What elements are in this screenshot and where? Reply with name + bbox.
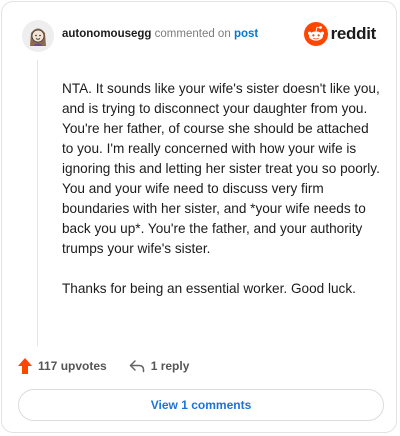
reply-button[interactable]: 1 reply (129, 359, 190, 373)
thread-line[interactable] (37, 60, 38, 346)
upvote-arrow-icon (18, 358, 32, 374)
commented-on-text: commented on (154, 28, 231, 40)
reply-count: 1 reply (150, 359, 190, 373)
username-link[interactable]: autonomousegg (62, 28, 151, 40)
reply-arrow-icon (129, 360, 144, 373)
comment-header: autonomousegg commented on post reddit (22, 20, 376, 52)
upvote-button[interactable]: 117 upvotes (18, 358, 107, 374)
comment-body: NTA. It sounds like your wife's sister d… (62, 79, 380, 319)
view-comments-button[interactable]: View 1 comments (18, 389, 384, 421)
comment-actions: 117 upvotes 1 reply (18, 356, 189, 376)
reddit-snoo-icon (303, 22, 328, 46)
comment-paragraph: NTA. It sounds like your wife's sister d… (62, 81, 380, 256)
reddit-logo[interactable]: reddit (303, 20, 377, 48)
reddit-wordmark: reddit (330, 24, 377, 43)
post-link[interactable]: post (234, 28, 258, 40)
comment-meta: autonomousegg commented on post (62, 28, 258, 40)
comment-paragraph: Thanks for being an essential worker. Go… (62, 281, 356, 296)
avatar-icon[interactable] (22, 20, 54, 52)
comment-card: autonomousegg commented on post reddit N… (1, 1, 397, 433)
upvote-count: 117 upvotes (38, 359, 107, 373)
